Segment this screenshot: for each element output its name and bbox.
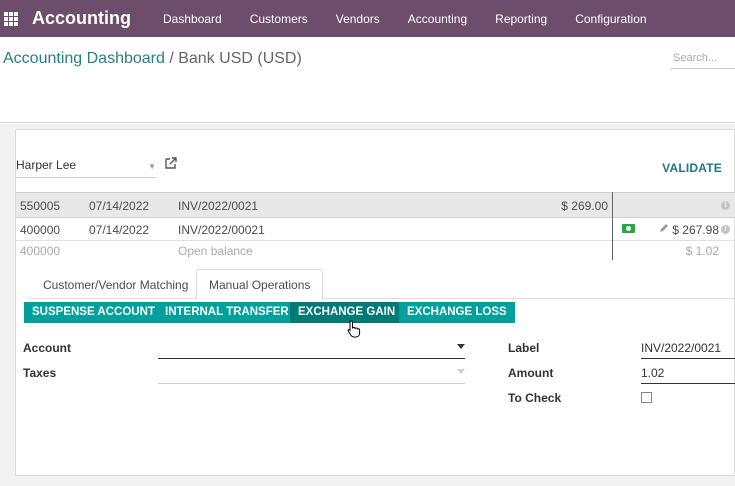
chevron-down-icon[interactable] [457,369,465,374]
app-brand[interactable]: Accounting [32,8,131,29]
apps-grid-icon[interactable] [4,11,18,26]
control-panel: Accounting Dashboard / Bank USD (USD) [0,37,735,123]
menu-customers[interactable]: Customers [236,12,322,26]
info-icon[interactable]: i [721,201,730,210]
amount-label: Amount [508,366,554,380]
reconciliation-sheet: Harper Lee ▼ VALIDATE 550005 07/14/2022 … [15,129,735,476]
partner-field[interactable]: Harper Lee ▼ [16,158,156,178]
taxes-label: Taxes [23,366,57,380]
breadcrumb-separator: / [164,50,179,67]
top-navbar: Accounting Dashboard Customers Vendors A… [0,0,735,37]
table-row[interactable]: 400000 07/14/2022 INV/2022/00021 $ 267.9… [16,218,735,241]
tab-bar: Customer/Vendor Matching Manual Operatio… [30,269,735,300]
external-link-icon[interactable] [164,156,178,170]
menu-vendors[interactable]: Vendors [322,12,394,26]
amount-field[interactable]: 1.02 [641,364,735,384]
label-label: Label [508,341,540,355]
to-check-checkbox[interactable] [641,392,652,403]
line-debit: $ 269.00 [561,199,608,213]
info-icon[interactable]: i [721,225,730,234]
amount-value: 1.02 [641,366,665,380]
line-credit: $ 1.02 [685,244,719,258]
line-date: 07/14/2022 [89,223,150,237]
chevron-down-icon[interactable] [457,344,465,349]
label-value: INV/2022/0021 [641,341,722,355]
taxes-field[interactable] [158,364,465,384]
account-field[interactable] [158,339,465,359]
search-input[interactable] [670,47,735,69]
tab-customer-vendor-matching[interactable]: Customer/Vendor Matching [30,269,201,299]
internal-transfer-button[interactable]: INTERNAL TRANSFER [157,302,297,323]
breadcrumb-current: Bank USD (USD) [178,50,302,67]
line-account: 400000 [20,223,61,237]
reconciliation-lines: 550005 07/14/2022 INV/2022/0021 $ 269.00… [16,192,735,260]
breadcrumb: Accounting Dashboard / Bank USD (USD) [3,50,302,68]
line-label: Open balance [178,244,253,258]
menu-configuration[interactable]: Configuration [561,12,660,26]
line-credit: $ 267.98 [672,223,719,237]
cash-icon [622,224,635,233]
main-content: Harper Lee ▼ VALIDATE 550005 07/14/2022 … [0,124,735,486]
menu-accounting[interactable]: Accounting [394,12,481,26]
line-label: INV/2022/00021 [178,223,265,237]
line-date: 07/14/2022 [89,199,150,213]
hand-cursor-icon [347,320,361,338]
menu-dashboard[interactable]: Dashboard [149,12,236,26]
menu-reporting[interactable]: Reporting [481,12,561,26]
pencil-icon[interactable] [659,223,669,233]
table-row[interactable]: 550005 07/14/2022 INV/2022/0021 $ 269.00… [16,192,735,218]
tab-manual-operations[interactable]: Manual Operations [196,269,324,300]
partner-value: Harper Lee [16,158,77,172]
validate-button[interactable]: VALIDATE [662,161,722,175]
suspense-account-button[interactable]: SUSPENSE ACCOUNT [24,302,163,323]
exchange-loss-button[interactable]: EXCHANGE LOSS [399,302,515,323]
to-check-label: To Check [508,391,562,405]
line-account: 400000 [20,244,61,258]
account-label: Account [23,341,71,355]
chevron-down-icon[interactable]: ▼ [148,162,156,171]
label-field[interactable]: INV/2022/0021 [641,339,735,359]
breadcrumb-parent-link[interactable]: Accounting Dashboard [3,50,165,67]
line-label: INV/2022/0021 [178,199,259,213]
table-row: 400000 Open balance $ 1.02 [16,241,735,260]
column-divider [612,192,613,260]
line-account: 550005 [20,199,61,213]
